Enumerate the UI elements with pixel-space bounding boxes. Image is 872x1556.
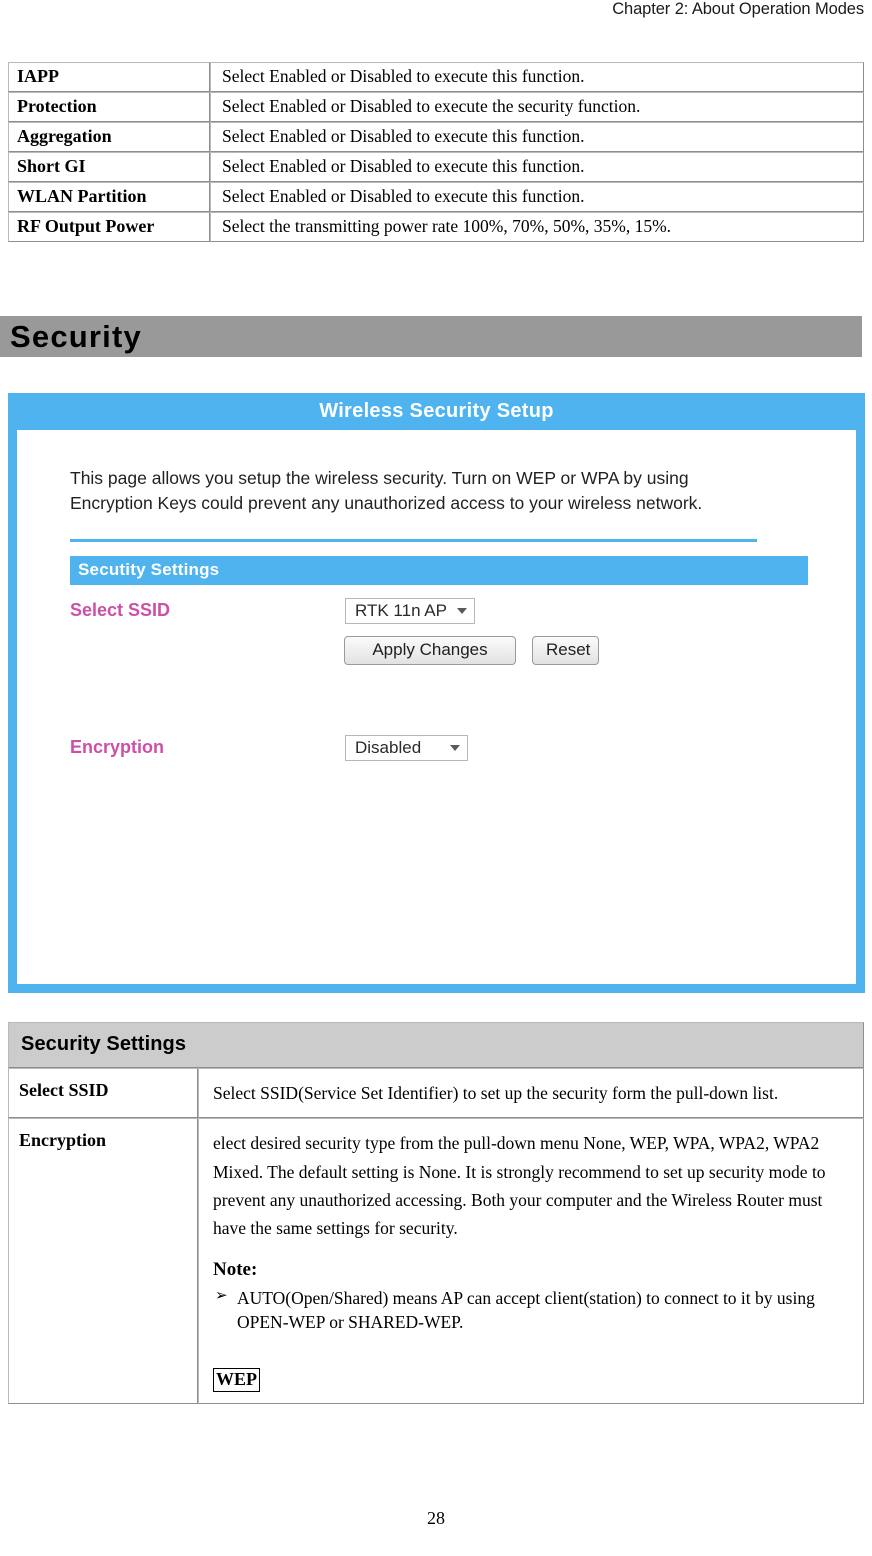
page-number: 28 bbox=[427, 1508, 445, 1528]
setting-description: elect desired security type from the pul… bbox=[213, 1133, 826, 1239]
screenshot-intro-text: This page allows you setup the wireless … bbox=[70, 468, 703, 514]
note-list: ➢ AUTO(Open/Shared) means AP can accept … bbox=[213, 1287, 851, 1333]
table-row: Protection Select Enabled or Disabled to… bbox=[8, 92, 864, 122]
router-ui-screenshot: Wireless Security Setup This page allows… bbox=[8, 393, 865, 993]
option-label: Protection bbox=[8, 92, 210, 122]
screenshot-title: Wireless Security Setup bbox=[319, 400, 554, 422]
chevron-down-icon bbox=[450, 744, 460, 751]
list-item: ➢ AUTO(Open/Shared) means AP can accept … bbox=[213, 1287, 851, 1333]
select-ssid-dropdown[interactable]: RTK 11n AP bbox=[345, 597, 475, 624]
page-title: Security bbox=[10, 319, 142, 354]
running-header-text: Chapter 2: About Operation Modes bbox=[612, 0, 864, 18]
option-label: Aggregation bbox=[8, 122, 210, 152]
encryption-value: Disabled bbox=[355, 737, 422, 757]
apply-changes-button[interactable]: Apply Changes bbox=[344, 635, 516, 665]
option-label: RF Output Power bbox=[8, 212, 210, 242]
option-description: Select Enabled or Disabled to execute th… bbox=[210, 122, 864, 152]
wireless-options-table: IAPP Select Enabled or Disabled to execu… bbox=[8, 62, 864, 242]
option-description: Select Enabled or Disabled to execute th… bbox=[210, 62, 864, 92]
screenshot-titlebar: Wireless Security Setup bbox=[17, 393, 856, 430]
note-heading: Note: bbox=[213, 1258, 258, 1280]
setting-description: Select SSID(Service Set Identifier) to s… bbox=[198, 1068, 864, 1119]
table-row: WLAN Partition Select Enabled or Disable… bbox=[8, 182, 864, 212]
setting-description-cell: elect desired security type from the pul… bbox=[198, 1118, 864, 1405]
select-ssid-label: Select SSID bbox=[70, 600, 171, 621]
security-settings-description-table: Security Settings Select SSID Select SSI… bbox=[8, 1022, 864, 1405]
running-header: Chapter 2: About Operation Modes bbox=[0, 0, 872, 19]
table-row: Select SSID Select SSID(Service Set Iden… bbox=[8, 1068, 864, 1119]
encryption-row: Encryption Disabled bbox=[70, 734, 826, 761]
option-description: Select Enabled or Disabled to execute th… bbox=[210, 92, 864, 122]
option-label: Short GI bbox=[8, 152, 210, 182]
encryption-label: Encryption bbox=[70, 737, 165, 758]
wep-tag: WEP bbox=[213, 1367, 261, 1392]
option-label: WLAN Partition bbox=[8, 182, 210, 212]
security-settings-bar: Secutity Settings bbox=[70, 555, 808, 585]
table-row: IAPP Select Enabled or Disabled to execu… bbox=[8, 62, 864, 92]
table-row: Aggregation Select Enabled or Disabled t… bbox=[8, 122, 864, 152]
setting-key: Encryption bbox=[8, 1118, 198, 1405]
table-header-row: Security Settings bbox=[8, 1022, 864, 1068]
select-ssid-row: Select SSID RTK 11n AP bbox=[70, 597, 826, 624]
bullet-arrow-icon: ➢ bbox=[215, 1288, 228, 1305]
screenshot-body: This page allows you setup the wireless … bbox=[17, 430, 856, 984]
setting-key: Select SSID bbox=[8, 1068, 198, 1119]
divider-rule bbox=[70, 538, 757, 542]
table-header-label: Security Settings bbox=[8, 1022, 864, 1068]
option-description: Select Enabled or Disabled to execute th… bbox=[210, 152, 864, 182]
encryption-dropdown[interactable]: Disabled bbox=[345, 734, 468, 761]
select-ssid-value: RTK 11n AP bbox=[355, 600, 447, 620]
note-item-text: AUTO(Open/Shared) means AP can accept cl… bbox=[237, 1288, 815, 1332]
option-description: Select Enabled or Disabled to execute th… bbox=[210, 182, 864, 212]
security-settings-bar-label: Secutity Settings bbox=[78, 560, 220, 580]
chevron-down-icon bbox=[457, 607, 467, 614]
table-row: Encryption elect desired security type f… bbox=[8, 1118, 864, 1405]
option-description: Select the transmitting power rate 100%,… bbox=[210, 212, 864, 242]
reset-button[interactable]: Reset bbox=[532, 635, 599, 665]
table-row: Short GI Select Enabled or Disabled to e… bbox=[8, 152, 864, 182]
option-label: IAPP bbox=[8, 62, 210, 92]
table-row: RF Output Power Select the transmitting … bbox=[8, 212, 864, 242]
form-button-row: Apply Changes Reset bbox=[70, 635, 826, 665]
section-heading-bar: Security bbox=[0, 316, 862, 357]
